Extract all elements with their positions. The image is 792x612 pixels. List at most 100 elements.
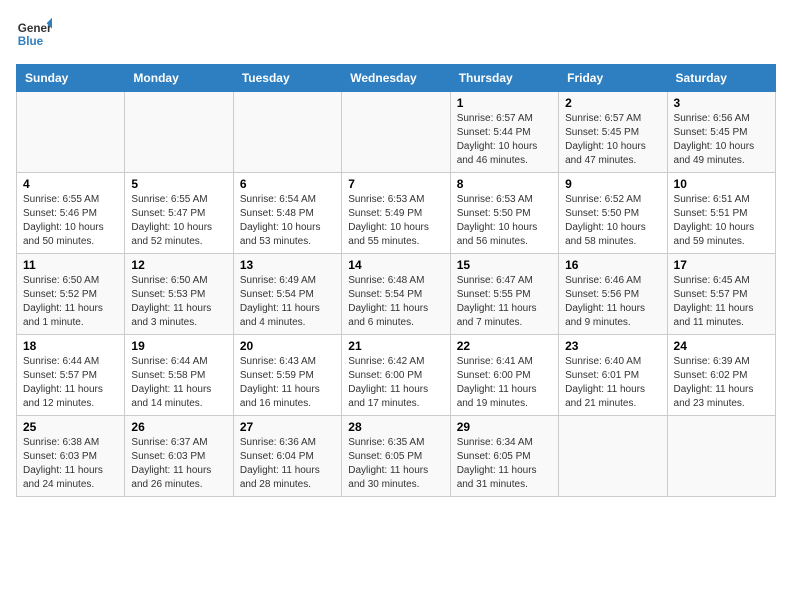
- day-number: 8: [457, 177, 552, 191]
- day-info: Sunrise: 6:50 AM Sunset: 5:52 PM Dayligh…: [23, 274, 118, 330]
- day-cell: 2 Sunrise: 6:57 AM Sunset: 5:45 PM Daylig…: [559, 92, 667, 173]
- day-number: 9: [565, 177, 660, 191]
- day-cell: [667, 416, 775, 497]
- day-cell: 9 Sunrise: 6:52 AM Sunset: 5:50 PM Daylig…: [559, 173, 667, 254]
- day-cell: 20 Sunrise: 6:43 AM Sunset: 5:59 PM Dayli…: [233, 335, 341, 416]
- day-number: 6: [240, 177, 335, 191]
- day-number: 16: [565, 258, 660, 272]
- week-row-3: 11 Sunrise: 6:50 AM Sunset: 5:52 PM Dayli…: [17, 254, 776, 335]
- week-row-4: 18Sunrise: 6:44 AM Sunset: 5:57 PM Dayli…: [17, 335, 776, 416]
- col-friday: Friday: [559, 65, 667, 92]
- day-number: 2: [565, 96, 660, 110]
- day-info: Sunrise: 6:53 AM Sunset: 5:50 PM Dayligh…: [457, 193, 552, 249]
- day-info: Sunrise: 6:55 AM Sunset: 5:46 PM Dayligh…: [23, 193, 118, 249]
- day-info: Sunrise: 6:34 AM Sunset: 6:05 PM Dayligh…: [457, 436, 552, 492]
- day-info: Sunrise: 6:55 AM Sunset: 5:47 PM Dayligh…: [131, 193, 226, 249]
- day-info: Sunrise: 6:52 AM Sunset: 5:50 PM Dayligh…: [565, 193, 660, 249]
- col-sunday: Sunday: [17, 65, 125, 92]
- day-cell: [125, 92, 233, 173]
- svg-text:General: General: [18, 22, 52, 35]
- week-row-5: 25Sunrise: 6:38 AM Sunset: 6:03 PM Dayli…: [17, 416, 776, 497]
- day-number: 1: [457, 96, 552, 110]
- day-number: 20: [240, 339, 335, 353]
- day-cell: [233, 92, 341, 173]
- col-monday: Monday: [125, 65, 233, 92]
- day-cell: 4 Sunrise: 6:55 AM Sunset: 5:46 PM Daylig…: [17, 173, 125, 254]
- day-info: Sunrise: 6:57 AM Sunset: 5:45 PM Dayligh…: [565, 112, 660, 168]
- day-cell: 1 Sunrise: 6:57 AM Sunset: 5:44 PM Daylig…: [450, 92, 558, 173]
- day-number: 27: [240, 420, 335, 434]
- svg-text:Blue: Blue: [18, 35, 44, 48]
- day-info: Sunrise: 6:44 AM Sunset: 5:57 PM Dayligh…: [23, 355, 118, 411]
- day-info: Sunrise: 6:50 AM Sunset: 5:53 PM Dayligh…: [131, 274, 226, 330]
- day-cell: 23 Sunrise: 6:40 AM Sunset: 6:01 PM Dayli…: [559, 335, 667, 416]
- col-thursday: Thursday: [450, 65, 558, 92]
- page-header: General Blue: [16, 16, 776, 52]
- day-cell: 8 Sunrise: 6:53 AM Sunset: 5:50 PM Daylig…: [450, 173, 558, 254]
- header-row: Sunday Monday Tuesday Wednesday Thursday…: [17, 65, 776, 92]
- day-info: Sunrise: 6:45 AM Sunset: 5:57 PM Dayligh…: [674, 274, 769, 330]
- day-number: 22: [457, 339, 552, 353]
- day-info: Sunrise: 6:46 AM Sunset: 5:56 PM Dayligh…: [565, 274, 660, 330]
- day-cell: 10 Sunrise: 6:51 AM Sunset: 5:51 PM Dayli…: [667, 173, 775, 254]
- day-info: Sunrise: 6:54 AM Sunset: 5:48 PM Dayligh…: [240, 193, 335, 249]
- day-cell: 6 Sunrise: 6:54 AM Sunset: 5:48 PM Daylig…: [233, 173, 341, 254]
- logo-icon: General Blue: [16, 16, 52, 52]
- day-number: 4: [23, 177, 118, 191]
- day-info: Sunrise: 6:53 AM Sunset: 5:49 PM Dayligh…: [348, 193, 443, 249]
- day-cell: 29Sunrise: 6:34 AM Sunset: 6:05 PM Dayli…: [450, 416, 558, 497]
- day-number: 14: [348, 258, 443, 272]
- day-number: 23: [565, 339, 660, 353]
- day-cell: 13Sunrise: 6:49 AM Sunset: 5:54 PM Dayli…: [233, 254, 341, 335]
- calendar-table: Sunday Monday Tuesday Wednesday Thursday…: [16, 64, 776, 497]
- day-number: 21: [348, 339, 443, 353]
- col-wednesday: Wednesday: [342, 65, 450, 92]
- day-cell: 14 Sunrise: 6:48 AM Sunset: 5:54 PM Dayli…: [342, 254, 450, 335]
- day-number: 13: [240, 258, 335, 272]
- day-cell: 26 Sunrise: 6:37 AM Sunset: 6:03 PM Dayli…: [125, 416, 233, 497]
- day-info: Sunrise: 6:43 AM Sunset: 5:59 PM Dayligh…: [240, 355, 335, 411]
- day-cell: 11 Sunrise: 6:50 AM Sunset: 5:52 PM Dayli…: [17, 254, 125, 335]
- day-number: 10: [674, 177, 769, 191]
- day-number: 12: [131, 258, 226, 272]
- day-cell: 19Sunrise: 6:44 AM Sunset: 5:58 PM Dayli…: [125, 335, 233, 416]
- day-number: 24: [674, 339, 769, 353]
- day-number: 3: [674, 96, 769, 110]
- week-row-1: 1 Sunrise: 6:57 AM Sunset: 5:44 PM Daylig…: [17, 92, 776, 173]
- day-cell: 12 Sunrise: 6:50 AM Sunset: 5:53 PM Dayli…: [125, 254, 233, 335]
- day-number: 15: [457, 258, 552, 272]
- day-info: Sunrise: 6:41 AM Sunset: 6:00 PM Dayligh…: [457, 355, 552, 411]
- col-saturday: Saturday: [667, 65, 775, 92]
- day-info: Sunrise: 6:39 AM Sunset: 6:02 PM Dayligh…: [674, 355, 769, 411]
- day-number: 11: [23, 258, 118, 272]
- day-cell: 25Sunrise: 6:38 AM Sunset: 6:03 PM Dayli…: [17, 416, 125, 497]
- day-info: Sunrise: 6:44 AM Sunset: 5:58 PM Dayligh…: [131, 355, 226, 411]
- day-info: Sunrise: 6:42 AM Sunset: 6:00 PM Dayligh…: [348, 355, 443, 411]
- day-info: Sunrise: 6:36 AM Sunset: 6:04 PM Dayligh…: [240, 436, 335, 492]
- day-number: 7: [348, 177, 443, 191]
- day-cell: 18Sunrise: 6:44 AM Sunset: 5:57 PM Dayli…: [17, 335, 125, 416]
- day-info: Sunrise: 6:47 AM Sunset: 5:55 PM Dayligh…: [457, 274, 552, 330]
- day-number: 26: [131, 420, 226, 434]
- day-cell: [559, 416, 667, 497]
- day-cell: 28Sunrise: 6:35 AM Sunset: 6:05 PM Dayli…: [342, 416, 450, 497]
- day-info: Sunrise: 6:37 AM Sunset: 6:03 PM Dayligh…: [131, 436, 226, 492]
- calendar-body: 1 Sunrise: 6:57 AM Sunset: 5:44 PM Daylig…: [17, 92, 776, 497]
- day-cell: 15 Sunrise: 6:47 AM Sunset: 5:55 PM Dayli…: [450, 254, 558, 335]
- day-cell: [17, 92, 125, 173]
- day-info: Sunrise: 6:38 AM Sunset: 6:03 PM Dayligh…: [23, 436, 118, 492]
- day-cell: 7 Sunrise: 6:53 AM Sunset: 5:49 PM Daylig…: [342, 173, 450, 254]
- logo: General Blue: [16, 16, 52, 52]
- day-cell: 5 Sunrise: 6:55 AM Sunset: 5:47 PM Daylig…: [125, 173, 233, 254]
- day-info: Sunrise: 6:48 AM Sunset: 5:54 PM Dayligh…: [348, 274, 443, 330]
- day-cell: 22 Sunrise: 6:41 AM Sunset: 6:00 PM Dayli…: [450, 335, 558, 416]
- day-cell: 16 Sunrise: 6:46 AM Sunset: 5:56 PM Dayli…: [559, 254, 667, 335]
- day-number: 28: [348, 420, 443, 434]
- day-number: 5: [131, 177, 226, 191]
- day-info: Sunrise: 6:57 AM Sunset: 5:44 PM Dayligh…: [457, 112, 552, 168]
- day-number: 17: [674, 258, 769, 272]
- day-info: Sunrise: 6:51 AM Sunset: 5:51 PM Dayligh…: [674, 193, 769, 249]
- day-info: Sunrise: 6:56 AM Sunset: 5:45 PM Dayligh…: [674, 112, 769, 168]
- day-info: Sunrise: 6:40 AM Sunset: 6:01 PM Dayligh…: [565, 355, 660, 411]
- col-tuesday: Tuesday: [233, 65, 341, 92]
